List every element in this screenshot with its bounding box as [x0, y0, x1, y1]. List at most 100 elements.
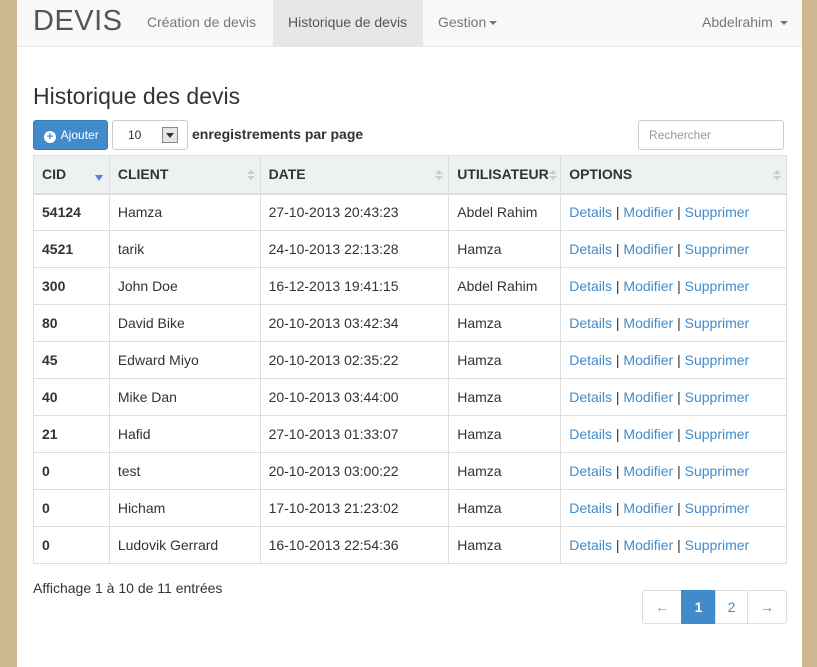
page-title: Historique des devis — [33, 83, 241, 109]
details-link[interactable]: Details — [569, 352, 612, 368]
option-separator: | — [615, 278, 620, 294]
modifier-link[interactable]: Modifier — [623, 241, 673, 257]
cell-options: Details | Modifier | Supprimer — [560, 452, 787, 490]
supprimer-link[interactable]: Supprimer — [685, 278, 750, 294]
column-header-utilisateur[interactable]: UTILISATEUR — [448, 155, 562, 195]
column-header-cid[interactable]: CID — [33, 155, 110, 195]
option-separator: | — [677, 426, 681, 442]
option-separator: | — [677, 537, 681, 553]
page-size-value: 10 — [128, 128, 142, 142]
modifier-link[interactable]: Modifier — [623, 537, 673, 553]
details-link[interactable]: Details — [569, 463, 612, 479]
supprimer-link[interactable]: Supprimer — [685, 500, 750, 516]
table-row: 4521 tarik 24-10-2013 22:13:28 Hamza Details… — [33, 230, 787, 268]
nav-gestion-label: Gestion — [438, 14, 487, 30]
navbar: DEVIS Création de devis Historique de de… — [17, 0, 802, 47]
cell-cid: 21 — [33, 415, 110, 453]
supprimer-link[interactable]: Supprimer — [685, 315, 750, 331]
supprimer-link[interactable]: Supprimer — [685, 204, 750, 220]
supprimer-link[interactable]: Supprimer — [685, 241, 750, 257]
details-link[interactable]: Details — [569, 537, 612, 553]
cell-client: Hicham — [108, 489, 261, 527]
cell-date: 20-10-2013 03:00:22 — [259, 452, 450, 490]
cell-client: Mike Dan — [108, 378, 261, 416]
modifier-link[interactable]: Modifier — [623, 389, 673, 405]
modifier-link[interactable]: Modifier — [623, 315, 673, 331]
modifier-link[interactable]: Modifier — [623, 500, 673, 516]
table-row: 45 Edward Miyo 20-10-2013 02:35:22 Hamza Det… — [33, 341, 787, 379]
modifier-link[interactable]: Modifier — [623, 352, 673, 368]
details-link[interactable]: Details — [569, 389, 612, 405]
cell-utilisateur: Hamza — [448, 526, 562, 564]
cell-cid: 0 — [33, 489, 110, 527]
cell-options: Details | Modifier | Supprimer — [560, 267, 787, 305]
cell-utilisateur: Hamza — [448, 230, 562, 268]
page-size-label: enregistrements par page — [192, 126, 364, 142]
pagination-page-1[interactable]: 1 — [681, 590, 716, 624]
cell-options: Details | Modifier | Supprimer — [560, 378, 787, 416]
cell-client: Ludovik Gerrard — [108, 526, 261, 564]
brand-logo[interactable]: DEVIS — [33, 5, 123, 38]
column-header-client[interactable]: CLIENT — [108, 155, 261, 195]
cell-client: tarik — [108, 230, 261, 268]
details-link[interactable]: Details — [569, 278, 612, 294]
cell-options: Details | Modifier | Supprimer — [560, 230, 787, 268]
cell-date: 16-12-2013 19:41:15 — [259, 267, 450, 305]
details-link[interactable]: Details — [569, 204, 612, 220]
cell-date: 20-10-2013 03:42:34 — [259, 304, 450, 342]
table-row: 0 Hicham 17-10-2013 21:23:02 Hamza Details |… — [33, 489, 787, 527]
cell-client: Hafid — [108, 415, 261, 453]
column-header-label: CLIENT — [117, 166, 169, 183]
table-row: 21 Hafid 27-10-2013 01:33:07 Hamza Details |… — [33, 415, 787, 453]
option-separator: | — [615, 463, 620, 479]
cell-options: Details | Modifier | Supprimer — [560, 304, 787, 342]
cell-utilisateur: Hamza — [448, 415, 562, 453]
cell-options: Details | Modifier | Supprimer — [560, 526, 787, 564]
column-header-options[interactable]: OPTIONS — [560, 155, 787, 195]
sort-desc-icon — [94, 175, 103, 181]
cell-cid: 45 — [33, 341, 110, 379]
option-separator: | — [615, 315, 620, 331]
pagination-prev-button[interactable]: ← — [642, 590, 682, 624]
modifier-link[interactable]: Modifier — [623, 204, 673, 220]
details-link[interactable]: Details — [569, 500, 612, 516]
cell-cid: 0 — [33, 526, 110, 564]
nav-historique-devis-label: Historique de devis — [288, 14, 408, 30]
supprimer-link[interactable]: Supprimer — [685, 389, 750, 405]
modifier-link[interactable]: Modifier — [623, 463, 673, 479]
main-panel: DEVIS Création de devis Historique de de… — [17, 0, 802, 667]
nav-creation-devis[interactable]: Création de devis — [132, 0, 271, 46]
table-row: 0 test 20-10-2013 03:00:22 Hamza Details | M… — [33, 452, 787, 490]
pagination-page-2[interactable]: 2 — [715, 590, 748, 624]
column-header-date[interactable]: DATE — [259, 155, 450, 195]
cell-client: Hamza — [108, 193, 261, 231]
details-link[interactable]: Details — [569, 315, 612, 331]
select-arrow-icon[interactable] — [162, 127, 178, 143]
add-button[interactable]: + Ajouter — [33, 120, 108, 150]
option-separator: | — [677, 278, 681, 294]
user-menu[interactable]: Abdelrahim — [687, 0, 803, 46]
option-separator: | — [677, 352, 681, 368]
column-header-label: DATE — [268, 166, 306, 183]
modifier-link[interactable]: Modifier — [623, 426, 673, 442]
search-input[interactable] — [638, 120, 784, 150]
supprimer-link[interactable]: Supprimer — [685, 352, 750, 368]
details-link[interactable]: Details — [569, 241, 612, 257]
table-row: 0 Ludovik Gerrard 16-10-2013 22:54:36 Hamza… — [33, 526, 787, 564]
cell-options: Details | Modifier | Supprimer — [560, 341, 787, 379]
supprimer-link[interactable]: Supprimer — [685, 426, 750, 442]
supprimer-link[interactable]: Supprimer — [685, 537, 750, 553]
cell-utilisateur: Abdel Rahim — [448, 193, 562, 231]
details-link[interactable]: Details — [569, 426, 612, 442]
pagination-next-button[interactable]: → — [747, 590, 787, 624]
cell-options: Details | Modifier | Supprimer — [560, 193, 787, 231]
option-separator: | — [615, 352, 620, 368]
cell-cid: 4521 — [33, 230, 110, 268]
supprimer-link[interactable]: Supprimer — [685, 463, 750, 479]
nav-gestion[interactable]: Gestion — [423, 0, 512, 46]
page-size-select[interactable]: 10 — [112, 120, 188, 150]
modifier-link[interactable]: Modifier — [623, 278, 673, 294]
nav-historique-devis[interactable]: Historique de devis — [273, 0, 423, 46]
sort-icon — [773, 170, 781, 182]
nav-creation-devis-label: Création de devis — [147, 14, 256, 30]
